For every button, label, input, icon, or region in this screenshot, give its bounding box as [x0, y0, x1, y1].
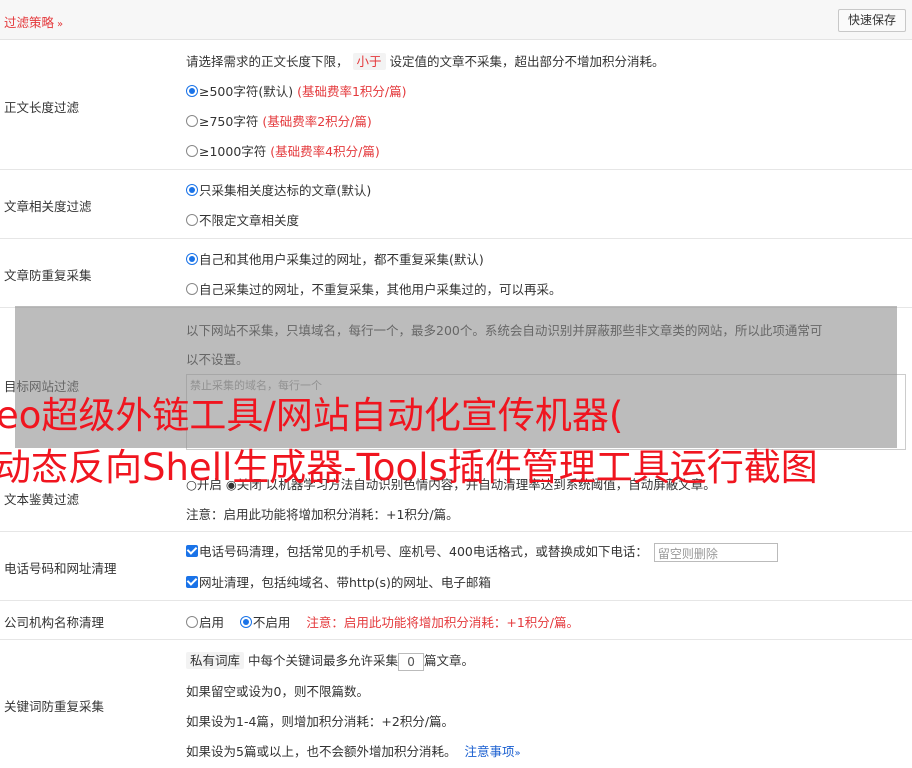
blocked-domains-textarea[interactable]: 禁止采集的域名，每行一个: [186, 374, 906, 450]
limit-text: 中每个关键词最多允许采集: [248, 653, 399, 668]
note-text: 如果设为5篇或以上，也不会额外增加积分消耗。: [186, 744, 457, 759]
company-option-off[interactable]: 不启用: [239, 615, 291, 630]
radio-icon[interactable]: [186, 145, 198, 157]
porn-filter-notice: 注意：启用此功能将增加积分消耗：+1积分/篇。: [186, 507, 459, 522]
keyword-note-2: 如果设为1-4篇，则增加积分消耗：+2积分/篇。: [186, 714, 455, 729]
option-label: 自己和其他用户采集过的网址，都不重复采集(默认): [199, 252, 484, 267]
limit-text: 篇文章。: [424, 653, 475, 668]
radio-icon[interactable]: [186, 616, 198, 628]
radio-icon[interactable]: [186, 283, 198, 295]
radio-icon[interactable]: [186, 115, 198, 127]
less-than-tag: 小于: [352, 53, 386, 70]
option-label: 网址清理，包括纯域名、带http(s)的网址、电子邮箱: [199, 575, 491, 590]
dedupe-option-self[interactable]: 自己采集过的网址，不重复采集，其他用户采集过的，可以再采。: [186, 279, 562, 298]
relevance-filter-row: 文章相关度过滤 只采集相关度达标的文章(默认) 不限定文章相关度: [0, 170, 912, 239]
company-filter-options: 启用 不启用 注意：启用此功能将增加积分消耗：+1积分/篇。: [186, 612, 579, 631]
length-option-750[interactable]: ≥750字符 (基础费率2积分/篇): [186, 111, 372, 130]
company-filter-notice: 注意：启用此功能将增加积分消耗：+1积分/篇。: [306, 615, 579, 630]
option-label: 只采集相关度达标的文章(默认): [199, 183, 372, 198]
option-label: 启用: [199, 615, 225, 630]
rate-note: (基础费率1积分/篇): [297, 84, 407, 99]
option-label: 不启用: [252, 615, 291, 630]
relevance-filter-label: 文章相关度过滤: [4, 199, 92, 214]
radio-selected-icon[interactable]: [186, 85, 198, 97]
phone-cleanup-option[interactable]: 电话号码清理，包括常见的手机号、座机号、400电话格式，或替换成如下电话： 留空则…: [186, 541, 778, 562]
chevron-down-icon: »: [514, 748, 521, 759]
dedupe-filter-label: 文章防重复采集: [4, 268, 92, 283]
option-label: 自己采集过的网址，不重复采集，其他用户采集过的，可以再采。: [199, 282, 562, 297]
option-label: ≥500字符(默认): [199, 84, 294, 99]
length-filter-desc: 请选择需求的正文长度下限， 小于 设定值的文章不采集，超出部分不增加积分消耗。: [186, 51, 665, 70]
radio-selected-icon[interactable]: [186, 253, 198, 265]
dedupe-option-all[interactable]: 自己和其他用户采集过的网址，都不重复采集(默认): [186, 249, 484, 268]
radio-selected-icon[interactable]: [186, 184, 198, 196]
desc-text: 请选择需求的正文长度下限，: [186, 54, 349, 69]
porn-filter-options[interactable]: ○开启 ◉关闭 以机器学习方法自动识别色情内容，并自动清理率达到系统阈值，自动屏…: [186, 474, 716, 493]
keyword-filter-row: 关键词防重复采集 私有词库 中每个关键词最多允许采集 0 篇文章。 如果留空或设为0…: [0, 640, 912, 768]
option-label: ≥750字符: [199, 114, 259, 129]
chevron-down-icon: »: [57, 19, 64, 30]
option-label: 电话号码清理，包括常见的手机号、座机号、400电话格式，或替换成如下电话：: [199, 544, 648, 559]
rate-note: (基础费率2积分/篇): [262, 114, 372, 129]
site-filter-desc-1: 以下网站不采集，只填域名，每行一个，最多200个。系统会自动识别并屏蔽那些非文章…: [186, 323, 823, 338]
dedupe-filter-row: 文章防重复采集 自己和其他用户采集过的网址，都不重复采集(默认) 自己采集过的网…: [0, 239, 912, 308]
notes-link[interactable]: 注意事项»: [464, 744, 520, 759]
radio-icon[interactable]: [186, 214, 198, 226]
company-filter-label: 公司机构名称清理: [4, 615, 105, 630]
quick-save-button[interactable]: 快速保存: [837, 9, 906, 32]
private-lexicon-tag[interactable]: 私有词库: [186, 652, 245, 669]
radio-selected-icon[interactable]: [239, 616, 252, 628]
relevance-option-required[interactable]: 只采集相关度达标的文章(默认): [186, 180, 371, 199]
keyword-limit-line: 私有词库 中每个关键词最多允许采集 0 篇文章。: [186, 650, 474, 671]
site-filter-row: 目标网站过滤 以下网站不采集，只填域名，每行一个，最多200个。系统会自动识别并…: [0, 308, 912, 464]
length-option-1000[interactable]: ≥1000字符 (基础费率4积分/篇): [186, 141, 380, 160]
replacement-phone-input[interactable]: 留空则删除: [653, 543, 778, 562]
article-limit-input[interactable]: 0: [398, 652, 425, 671]
company-filter-row: 公司机构名称清理 启用 不启用 注意：启用此功能将增加积分消耗：+1积分/篇。: [0, 601, 912, 640]
length-filter-row: 正文长度过滤 请选择需求的正文长度下限， 小于 设定值的文章不采集，超出部分不增…: [0, 40, 912, 170]
length-filter-label: 正文长度过滤: [4, 100, 80, 115]
checkbox-checked-icon[interactable]: [186, 545, 198, 557]
section-title[interactable]: 过滤策略»: [4, 12, 63, 31]
porn-filter-row: 文本鉴黄过滤 ○开启 ◉关闭 以机器学习方法自动识别色情内容，并自动清理率达到系…: [0, 464, 912, 532]
site-filter-desc-2: 以不设置。: [186, 352, 249, 367]
keyword-note-3: 如果设为5篇或以上，也不会额外增加积分消耗。 注意事项»: [186, 741, 521, 760]
url-cleanup-option[interactable]: 网址清理，包括纯域名、带http(s)的网址、电子邮箱: [186, 572, 491, 591]
desc-text: 设定值的文章不采集，超出部分不增加积分消耗。: [389, 54, 665, 69]
length-option-500[interactable]: ≥500字符(默认) (基础费率1积分/篇): [186, 81, 407, 100]
company-option-on[interactable]: 启用: [186, 615, 224, 630]
option-label: ≥1000字符: [199, 144, 267, 159]
keyword-note-1: 如果留空或设为0，则不限篇数。: [186, 684, 369, 699]
site-filter-label: 目标网站过滤: [4, 379, 80, 394]
contact-filter-label: 电话号码和网址清理: [4, 561, 117, 576]
relevance-option-none[interactable]: 不限定文章相关度: [186, 210, 299, 229]
keyword-filter-label: 关键词防重复采集: [4, 699, 105, 714]
rate-note: (基础费率4积分/篇): [270, 144, 380, 159]
filter-strategy-header: 过滤策略» 快速保存: [0, 0, 912, 40]
option-label: 不限定文章相关度: [199, 213, 300, 228]
checkbox-checked-icon[interactable]: [186, 576, 198, 588]
contact-filter-row: 电话号码和网址清理 电话号码清理，包括常见的手机号、座机号、400电话格式，或替…: [0, 532, 912, 601]
porn-filter-label: 文本鉴黄过滤: [4, 492, 80, 507]
